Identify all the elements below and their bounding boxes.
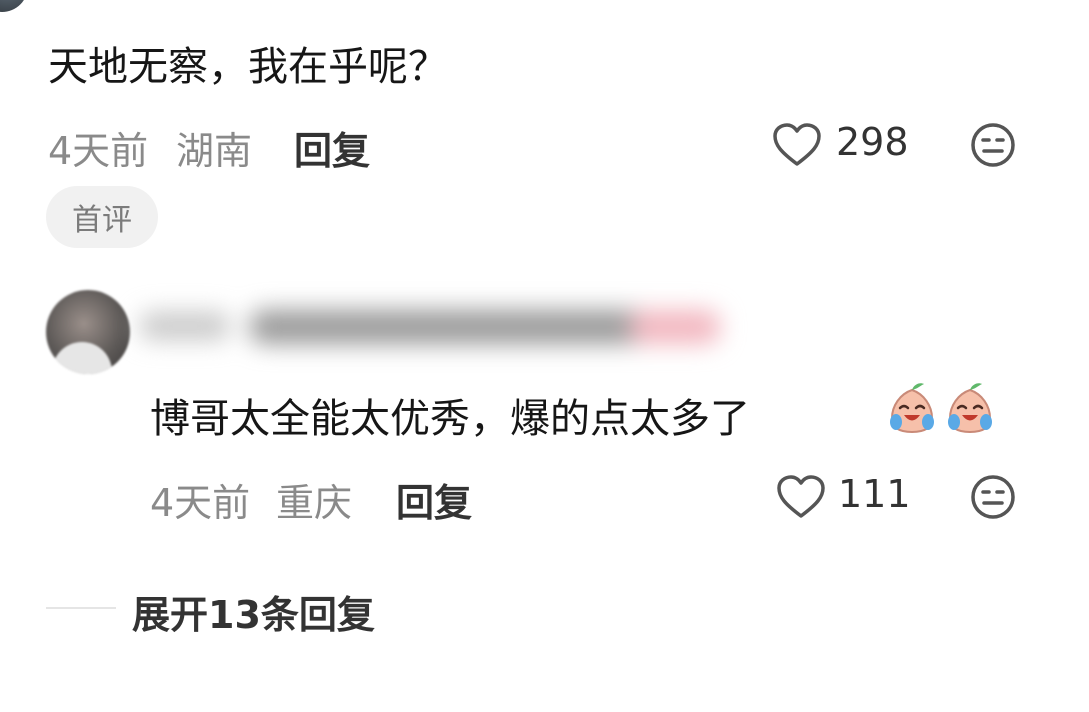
- reply-button[interactable]: 回复: [294, 120, 370, 175]
- first-comment-badge: 首评: [46, 186, 158, 248]
- crying-laughing-peach-emoji-icon: [942, 380, 998, 436]
- comment-text: 博哥太全能太优秀，爆的点太多了: [150, 396, 750, 442]
- like-button[interactable]: [776, 474, 826, 520]
- like-count: 111: [838, 472, 911, 516]
- comment-location: 湖南: [176, 129, 253, 173]
- comment-time: 4天前: [48, 129, 149, 173]
- comment-text: 天地无察，我在乎呢？: [48, 44, 448, 90]
- avatar[interactable]: [0, 0, 28, 12]
- blurred-username: [130, 292, 730, 362]
- crying-laughing-peach-emoji-icon: [884, 380, 940, 436]
- avatar[interactable]: [46, 290, 130, 374]
- like-count: 298: [836, 120, 909, 164]
- comment-time: 4天前: [150, 481, 251, 525]
- divider: [46, 607, 116, 609]
- heart-icon: [773, 123, 821, 166]
- dislike-button[interactable]: [970, 474, 1016, 520]
- comment-location: 重庆: [276, 481, 353, 525]
- neutral-face-icon: [971, 123, 1015, 167]
- heart-icon: [777, 475, 825, 518]
- neutral-face-icon: [971, 475, 1015, 519]
- reply-button[interactable]: 回复: [396, 472, 472, 527]
- like-button[interactable]: [772, 122, 822, 168]
- dislike-button[interactable]: [970, 122, 1016, 168]
- expand-replies-button[interactable]: 展开13条回复: [132, 584, 375, 639]
